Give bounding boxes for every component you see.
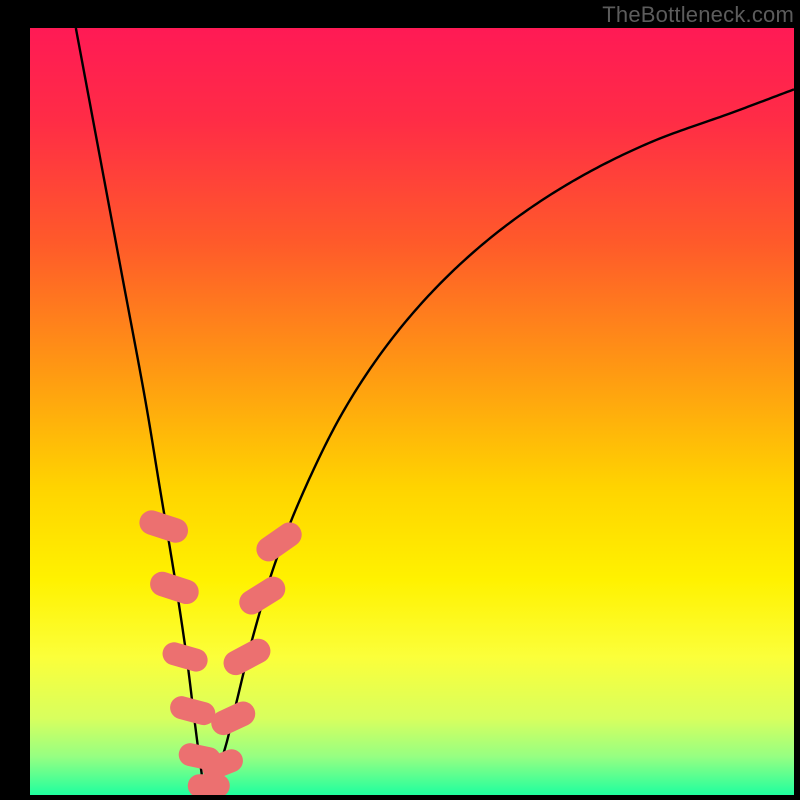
curve-marker bbox=[252, 518, 307, 567]
chart-frame: TheBottleneck.com bbox=[0, 0, 800, 800]
curve-layer bbox=[30, 28, 794, 795]
curve-marker bbox=[219, 634, 275, 679]
watermark-text: TheBottleneck.com bbox=[602, 2, 794, 28]
plot-area bbox=[30, 28, 794, 795]
curve-marker bbox=[235, 572, 290, 619]
curve-marker bbox=[207, 698, 259, 740]
bottleneck-curve bbox=[76, 28, 794, 795]
